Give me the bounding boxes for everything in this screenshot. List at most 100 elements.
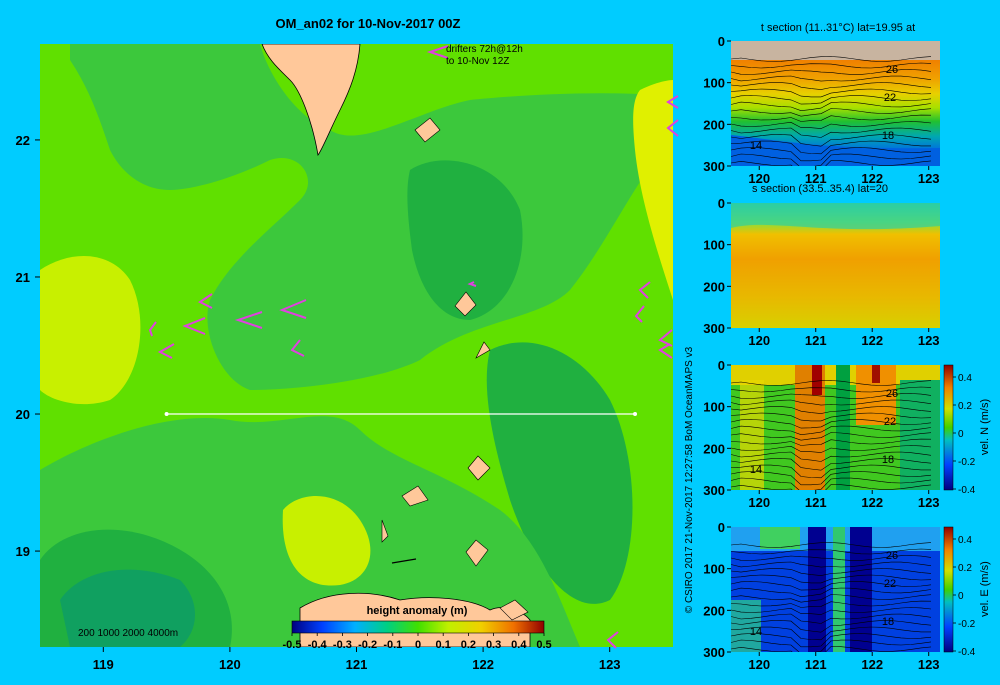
section-x-tick-label: 123 <box>918 171 940 186</box>
section-y-tick-label: 300 <box>703 645 725 660</box>
section-x-tick-label: 121 <box>805 657 827 672</box>
velocity-colorbar-tick-label: 0.4 <box>958 535 972 546</box>
east-velocity-colorbar <box>943 526 954 653</box>
north-velocity-band <box>836 365 850 490</box>
section-x-tick-label: 121 <box>805 333 827 348</box>
map-y-tick-label: 21 <box>16 270 30 285</box>
anomaly-colorbar-tick-label: 0.2 <box>461 639 476 651</box>
map-title: OM_an02 for 10-Nov-2017 00Z <box>276 16 461 31</box>
north-velocity-colorbar-ticks: 0.4 0.2 0 -0.2 -0.4 <box>953 373 976 496</box>
section-y-tick-label: 200 <box>703 441 725 456</box>
section-y-tick-label: 300 <box>703 483 725 498</box>
section-y-tick-label: 200 <box>703 279 725 294</box>
anomaly-region-west-high <box>40 256 141 405</box>
contour-label: 26 <box>886 64 898 76</box>
map-x-tick-label: 120 <box>219 657 241 672</box>
section-y-tick-label: 100 <box>703 400 725 415</box>
anomaly-colorbar-tick-label: -0.4 <box>308 639 328 651</box>
velocity-colorbar-tick-label: -0.2 <box>958 457 976 468</box>
contour-label: 18 <box>882 454 894 466</box>
section-x-tick-label: 123 <box>918 333 940 348</box>
anomaly-colorbar-tick-label: -0.1 <box>383 639 402 651</box>
map-y-tick-label: 22 <box>16 133 30 148</box>
section-x-tick-label: 123 <box>918 657 940 672</box>
bathymetry-legend: 200 1000 2000 4000m <box>78 628 178 639</box>
velocity-colorbar-tick-label: 0 <box>958 429 964 440</box>
velocity-colorbar-tick-label: -0.4 <box>958 485 976 496</box>
east-velocity-band <box>833 527 845 652</box>
contour-label: 22 <box>884 578 896 590</box>
map-y-tick-label: 20 <box>16 407 30 422</box>
section-x-tick-label: 120 <box>748 333 770 348</box>
map-x-tick-label: 121 <box>346 657 368 672</box>
north-velocity-panel: 26 22 18 14 120 121 122 123 0 100 200 300 0.4 0.2 0 -… <box>703 358 991 510</box>
temperature-section-title: t section (11..31°C) lat=19.95 at <box>761 22 915 34</box>
drifter-caption-line-2: to 10-Nov 12Z <box>446 56 509 67</box>
section-y-tick-label: 0 <box>718 196 725 211</box>
anomaly-colorbar-tick-label: 0.1 <box>436 639 451 651</box>
section-y-tick-label: 0 <box>718 34 725 49</box>
section-y-tick-label: 300 <box>703 321 725 336</box>
velocity-colorbar-tick-label: 0.4 <box>958 373 972 384</box>
contour-label: 14 <box>750 464 762 476</box>
temperature-section-panel: t section (11..31°C) lat=19.95 at 26 22 18… <box>703 22 940 186</box>
north-velocity-core <box>812 365 822 395</box>
east-velocity-panel: 26 22 18 14 120 121 122 123 0 100 200 300 0.4 0.2 0 -… <box>703 520 991 672</box>
anomaly-colorbar <box>291 620 545 634</box>
velocity-colorbar-tick-label: 0.2 <box>958 563 972 574</box>
north-velocity-colorbar <box>943 364 954 491</box>
section-y-tick-label: 0 <box>718 520 725 535</box>
drifter-caption-line-1: drifters 72h@12h <box>446 44 523 55</box>
map-y-axis: 19 20 21 22 <box>16 133 40 559</box>
map-x-tick-label: 122 <box>472 657 494 672</box>
section-x-tick-label: 120 <box>748 657 770 672</box>
figure-svg: 119 120 121 122 123 19 20 21 22 OM_an02 for 10-… <box>16 16 991 672</box>
sea-surface-field <box>40 44 673 647</box>
north-velocity-band <box>900 380 940 490</box>
velocity-colorbar-tick-label: 0.2 <box>958 401 972 412</box>
east-velocity-colorbar-ticks: 0.4 0.2 0 -0.2 -0.4 <box>953 535 976 658</box>
section-y-tick-label: 100 <box>703 562 725 577</box>
anomaly-colorbar-label: height anomaly (m) <box>367 605 468 617</box>
anomaly-colorbar-tick-label: -0.2 <box>358 639 377 651</box>
section-y-tick-label: 200 <box>703 117 725 132</box>
anomaly-colorbar-tick-label: 0.3 <box>486 639 501 651</box>
section-y-tick-label: 100 <box>703 238 725 253</box>
anomaly-colorbar-tick-label: -0.5 <box>283 639 302 651</box>
section-x-tick-label: 122 <box>861 657 883 672</box>
map-y-tick-label: 19 <box>16 544 30 559</box>
north-velocity-core <box>872 365 880 383</box>
section-y-tick-label: 100 <box>703 76 725 91</box>
section-y-tick-label: 300 <box>703 159 725 174</box>
contour-label: 14 <box>750 140 762 152</box>
map-x-tick-label: 119 <box>93 657 114 672</box>
contour-label: 18 <box>882 616 894 628</box>
contour-label: 18 <box>882 130 894 142</box>
contour-label: 26 <box>886 550 898 562</box>
copyright-credit: © CSIRO 2017 21-Nov-2017 12:27:58 BoM Oc… <box>684 346 695 613</box>
section-x-tick-label: 122 <box>861 495 883 510</box>
north-velocity-colorbar-label: vel. N (m/s) <box>979 399 991 455</box>
anomaly-colorbar-tick-label: -0.3 <box>333 639 352 651</box>
section-x-tick-label: 120 <box>748 495 770 510</box>
east-velocity-colorbar-label: vel. E (m/s) <box>979 561 991 617</box>
anomaly-colorbar-tick-label: 0.5 <box>536 639 551 651</box>
ocean-forecast-figure: 119 120 121 122 123 19 20 21 22 OM_an02 for 10-… <box>0 0 1000 680</box>
velocity-colorbar-tick-label: 0 <box>958 591 964 602</box>
anomaly-colorbar-tick-label: 0 <box>415 639 421 651</box>
contour-label: 26 <box>886 388 898 400</box>
salinity-section-title: s section (33.5..35.4) lat=20 <box>752 183 888 195</box>
section-line-start <box>164 412 169 417</box>
contour-label: 22 <box>884 92 896 104</box>
map-x-tick-label: 123 <box>599 657 621 672</box>
anomaly-colorbar-tick-label: 0.4 <box>511 639 527 651</box>
velocity-colorbar-tick-label: -0.4 <box>958 647 976 658</box>
section-x-tick-label: 122 <box>861 333 883 348</box>
section-y-tick-label: 0 <box>718 358 725 373</box>
section-line-end <box>633 412 638 417</box>
contour-label: 14 <box>750 626 762 638</box>
velocity-colorbar-tick-label: -0.2 <box>958 619 976 630</box>
salinity-section-panel: s section (33.5..35.4) lat=20 120 121 122 1… <box>703 183 940 348</box>
section-x-tick-label: 121 <box>805 495 827 510</box>
section-x-tick-label: 123 <box>918 495 940 510</box>
